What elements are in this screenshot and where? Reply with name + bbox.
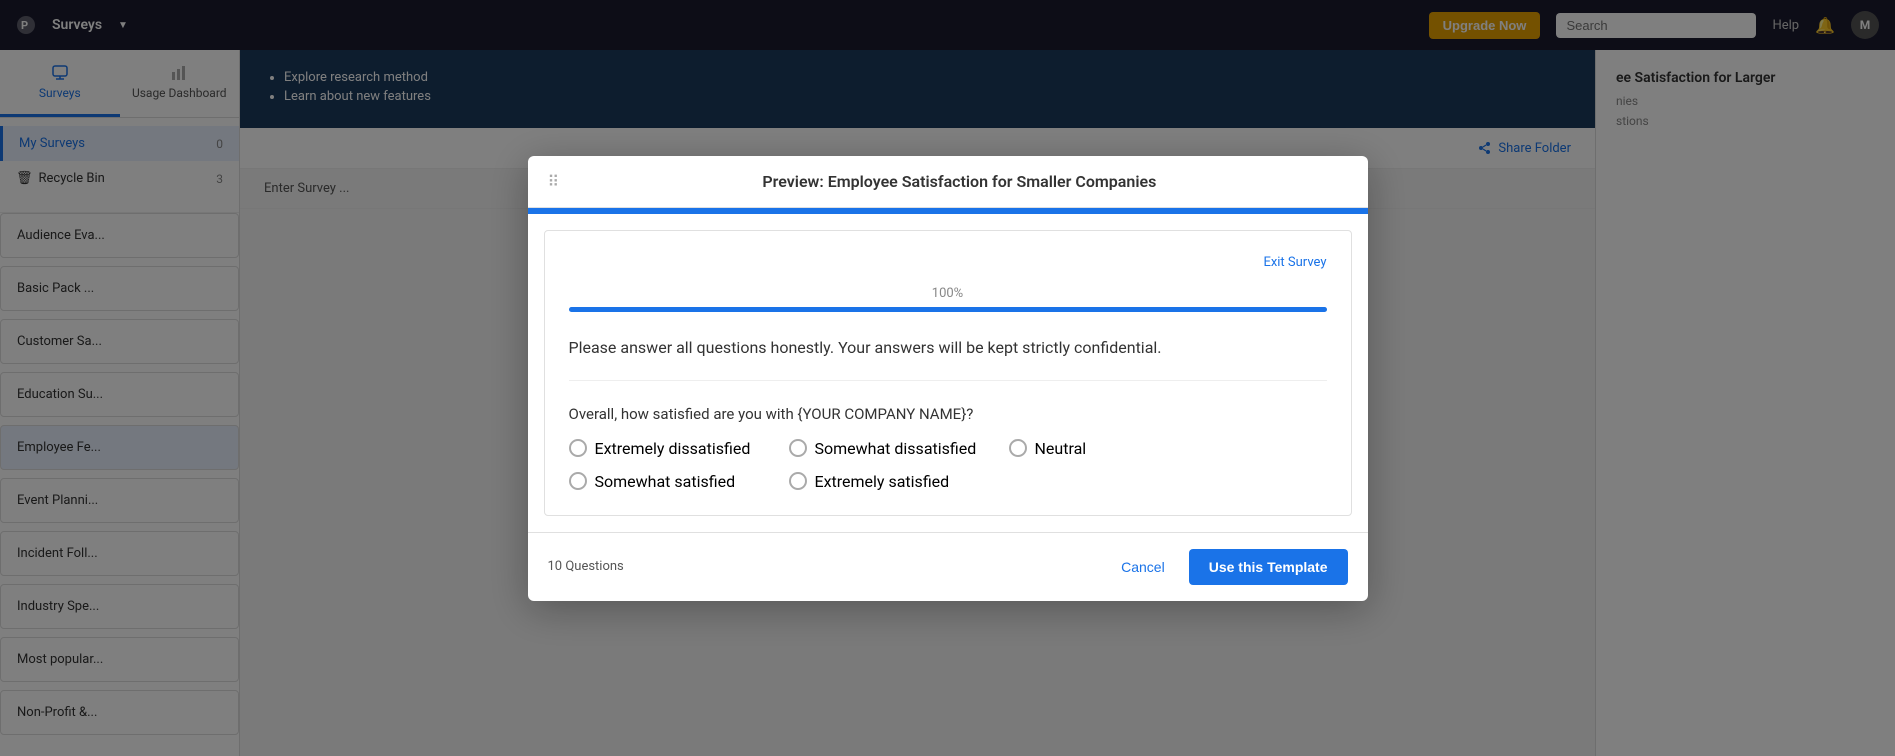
survey-inner: Exit Survey 100% Please answer all quest… bbox=[544, 230, 1352, 516]
survey-intro-text: Please answer all questions honestly. Yo… bbox=[569, 336, 1327, 381]
progress-label: 100% bbox=[569, 286, 1327, 301]
modal-overlay: ⠿ Preview: Employee Satisfaction for Sma… bbox=[0, 0, 1895, 756]
survey-progress-bar bbox=[569, 307, 1327, 312]
exit-survey-link[interactable]: Exit Survey bbox=[569, 255, 1327, 270]
radio-extremely-satisfied[interactable] bbox=[789, 472, 807, 490]
option-neutral[interactable]: Neutral bbox=[1009, 439, 1229, 458]
option-label-extremely-satisfied: Extremely satisfied bbox=[815, 472, 950, 491]
option-somewhat-dissatisfied[interactable]: Somewhat dissatisfied bbox=[789, 439, 1009, 458]
radio-row-2: Somewhat satisfied Extremely satisfied bbox=[569, 472, 1327, 491]
survey-progress-bar-wrap bbox=[569, 307, 1327, 312]
radio-extremely-dissatisfied[interactable] bbox=[569, 439, 587, 457]
radio-row-1: Extremely dissatisfied Somewhat dissatis… bbox=[569, 439, 1327, 458]
option-somewhat-satisfied[interactable]: Somewhat satisfied bbox=[569, 472, 789, 491]
option-label-extremely-dissatisfied: Extremely dissatisfied bbox=[595, 439, 751, 458]
drag-handle-icon: ⠿ bbox=[548, 172, 560, 191]
radio-somewhat-dissatisfied[interactable] bbox=[789, 439, 807, 457]
questions-count: 10 Questions bbox=[548, 559, 624, 574]
radio-somewhat-satisfied[interactable] bbox=[569, 472, 587, 490]
modal: ⠿ Preview: Employee Satisfaction for Sma… bbox=[528, 156, 1368, 601]
option-label-somewhat-satisfied: Somewhat satisfied bbox=[595, 472, 736, 491]
modal-title: Preview: Employee Satisfaction for Small… bbox=[571, 172, 1347, 191]
modal-actions: Cancel Use this Template bbox=[1109, 549, 1347, 585]
option-extremely-satisfied[interactable]: Extremely satisfied bbox=[789, 472, 1009, 491]
option-label-somewhat-dissatisfied: Somewhat dissatisfied bbox=[815, 439, 977, 458]
modal-header: ⠿ Preview: Employee Satisfaction for Sma… bbox=[528, 156, 1368, 208]
survey-question-label: Overall, how satisfied are you with {YOU… bbox=[569, 405, 1327, 423]
radio-neutral[interactable] bbox=[1009, 439, 1027, 457]
option-extremely-dissatisfied[interactable]: Extremely dissatisfied bbox=[569, 439, 789, 458]
survey-scroll-container[interactable]: Exit Survey 100% Please answer all quest… bbox=[528, 214, 1368, 532]
cancel-button[interactable]: Cancel bbox=[1109, 549, 1177, 585]
option-label-neutral: Neutral bbox=[1035, 439, 1087, 458]
use-template-button[interactable]: Use this Template bbox=[1189, 549, 1348, 585]
modal-footer: 10 Questions Cancel Use this Template bbox=[528, 532, 1368, 601]
